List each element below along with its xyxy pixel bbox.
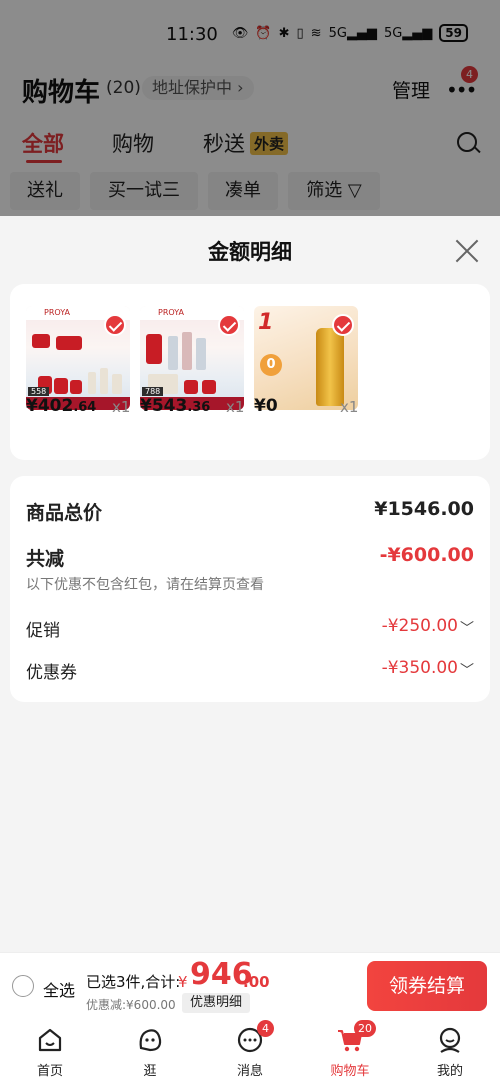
product-number: 788: [142, 387, 164, 396]
product-image: 1 0: [254, 306, 358, 410]
product-jar: [202, 380, 216, 394]
checked-icon: [104, 314, 126, 336]
product-price: ¥0: [254, 396, 278, 416]
browse-icon: [139, 1029, 162, 1052]
product-item[interactable]: PROYA 788: [140, 306, 244, 410]
discount-detail-button[interactable]: 优惠明细: [182, 993, 251, 1013]
reduce-row: 共减 -¥600.00: [26, 544, 474, 574]
product-image: PROYA 558: [26, 306, 130, 410]
discount-text: 优惠减:¥600.00: [86, 998, 176, 1012]
product-price: ¥402.64: [26, 396, 97, 416]
product-bottle: [316, 328, 344, 406]
bottom-nav: 首页 逛 4 消息 20 购物车 我的: [0, 1018, 500, 1085]
nav-label: 购物车: [330, 1064, 370, 1079]
product-bottle: [196, 338, 206, 370]
nav-cart[interactable]: 20 购物车: [300, 1018, 400, 1085]
product-jar: [146, 334, 162, 364]
chevron-down-icon[interactable]: ﹀: [460, 618, 474, 638]
select-all-label[interactable]: 全选: [43, 977, 75, 1001]
product-number: 558: [28, 387, 50, 396]
product-item[interactable]: 1 0: [254, 306, 358, 410]
checkout-bar: 全选 已选3件,合计: ¥ 946 .00 优惠减:¥600.00 优惠明细 领…: [0, 952, 500, 1018]
product-bottle: [182, 332, 192, 370]
promo-number: 1: [258, 310, 274, 335]
profile-icon: [439, 1027, 461, 1053]
checked-icon: [332, 314, 354, 336]
select-all-radio[interactable]: [12, 975, 34, 997]
product-jar: [184, 380, 198, 394]
nav-profile[interactable]: 我的: [400, 1018, 500, 1085]
total-label: 商品总价: [26, 502, 103, 524]
total-cents: .00: [243, 973, 270, 991]
selected-info: 已选3件,合计:: [86, 973, 181, 991]
checkout-button[interactable]: 领券结算: [367, 961, 487, 1011]
product-qty: x1: [112, 398, 131, 416]
nav-label: 逛: [143, 1064, 157, 1079]
amount-detail-sheet: 金额明细 PROYA 558 ¥402.64 x1 PROYA 788 ¥543…: [0, 216, 500, 952]
product-bottle: [100, 368, 108, 394]
nav-label: 消息: [236, 1064, 263, 1079]
nav-label: 首页: [36, 1064, 63, 1079]
coupon-label: 优惠券: [26, 663, 77, 683]
product-jar: [32, 334, 50, 348]
sheet-title: 金额明细: [208, 240, 292, 264]
product-qty: x1: [226, 398, 245, 416]
nav-badge: 20: [354, 1020, 376, 1037]
chevron-down-icon[interactable]: ﹀: [460, 660, 474, 680]
nav-badge: 4: [257, 1020, 274, 1037]
checked-icon: [218, 314, 240, 336]
promo-row[interactable]: 促销 -¥250.00 ﹀: [26, 616, 474, 642]
dim-overlay[interactable]: [0, 0, 500, 216]
total-value: ¥1546.00: [374, 498, 474, 520]
coupon-value: -¥350.00: [381, 658, 458, 678]
products-card: PROYA 558 ¥402.64 x1 PROYA 788 ¥543.36 x…: [10, 284, 490, 460]
reduce-value: -¥600.00: [379, 544, 474, 566]
product-jar: [70, 380, 82, 394]
product-bottle: [88, 372, 96, 394]
reduce-note-row: 以下优惠不包含红包，请在结算页查看: [26, 574, 474, 596]
nav-messages[interactable]: 4 消息: [200, 1018, 300, 1085]
product-price: ¥543.36: [140, 396, 211, 416]
product-qty: x1: [340, 398, 359, 416]
currency-symbol: ¥: [178, 973, 188, 991]
nav-home[interactable]: 首页: [0, 1018, 100, 1085]
total-row: 商品总价 ¥1546.00: [26, 498, 474, 528]
promo-label: 促销: [26, 621, 60, 641]
coupon-row[interactable]: 优惠券 -¥350.00 ﹀: [26, 658, 474, 684]
product-bottle: [168, 336, 178, 370]
reduce-note: 以下优惠不包含红包，请在结算页查看: [26, 577, 264, 593]
promo-value: -¥250.00: [381, 616, 458, 636]
close-icon[interactable]: [454, 238, 480, 264]
product-jar: [56, 336, 82, 350]
nav-browse[interactable]: 逛: [100, 1018, 200, 1085]
product-item[interactable]: PROYA 558: [26, 306, 130, 410]
promo-circle: 0: [260, 354, 282, 376]
product-bottle: [112, 374, 122, 394]
product-image: PROYA 788: [140, 306, 244, 410]
reduce-label: 共减: [26, 548, 65, 570]
product-jar: [54, 378, 68, 394]
summary-card: 商品总价 ¥1546.00 共减 -¥600.00 以下优惠不包含红包，请在结算…: [10, 476, 490, 702]
home-icon: [38, 1028, 62, 1052]
nav-label: 我的: [436, 1064, 463, 1079]
